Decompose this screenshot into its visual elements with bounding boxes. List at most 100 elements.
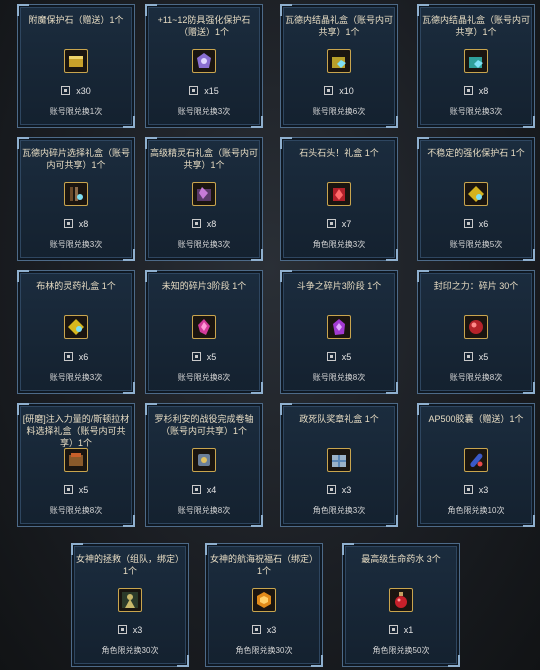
medal-box-icon[interactable]: [327, 448, 351, 472]
item-quantity: x4: [146, 485, 262, 495]
item-title: 未知的碎片3阶段 1个: [161, 281, 247, 291]
item-quantity: x1: [343, 625, 459, 635]
quantity-box-icon: [63, 352, 73, 361]
quantity-value: x8: [206, 219, 217, 229]
exchange-limit: 账号限兑换5次: [449, 240, 503, 249]
material-box-icon[interactable]: [64, 448, 88, 472]
exchange-item-card[interactable]: 高级精灵石礼盒（账号内可共享）1个 x8 账号限兑换3次: [145, 137, 263, 261]
scroll-icon[interactable]: [192, 448, 216, 472]
quantity-box-icon: [326, 352, 336, 361]
quantity-box-icon: [63, 485, 73, 494]
exchange-item-card[interactable]: 瓦德内结晶礼盒（账号内可共享）1个 x8 账号限兑换3次: [417, 4, 535, 128]
exchange-item-card[interactable]: 女神的航海祝福石（绑定）1个 x3 角色限兑换30次: [205, 543, 323, 667]
elixir-box-icon[interactable]: [64, 315, 88, 339]
exchange-item-card[interactable]: 不稳定的强化保护石 1个 x6 账号限兑换5次: [417, 137, 535, 261]
item-title: 不稳定的强化保护石 1个: [427, 148, 525, 158]
quantity-box-icon: [191, 485, 201, 494]
exchange-item-card[interactable]: 罗杉利安的战役完成卷轴（账号内可共享）1个 x4 账号限兑换8次: [145, 403, 263, 527]
quantity-value: x6: [78, 352, 89, 362]
exchange-limit: 账号限兑换6次: [312, 107, 366, 116]
item-title: 附魔保护石（赠送）1个: [28, 15, 124, 25]
exchange-item-card[interactable]: 瓦德内碎片选择礼盒（账号内可共享）1个 x8 账号限兑换3次: [17, 137, 135, 261]
exchange-limit: 角色限兑换10次: [447, 506, 505, 515]
crystal-box-icon[interactable]: [464, 49, 488, 73]
crystal-box-icon[interactable]: [327, 49, 351, 73]
exchange-limit: 账号限兑换8次: [312, 373, 366, 382]
item-quantity: x5: [18, 485, 134, 495]
item-quantity: x15: [146, 86, 262, 96]
item-title: 斗争之碎片3阶段 1个: [296, 281, 382, 291]
quantity-value: x4: [206, 485, 217, 495]
exchange-item-card[interactable]: 瓦德内结晶礼盒（账号内可共享）1个 x10 账号限兑换6次: [280, 4, 398, 128]
exchange-limit: 角色限兑换30次: [101, 646, 159, 655]
fragment-box-icon[interactable]: [64, 182, 88, 206]
exchange-item-card[interactable]: AP500胶囊（赠送）1个 x3 角色限兑换10次: [417, 403, 535, 527]
unstable-stone-icon[interactable]: [464, 182, 488, 206]
exchange-limit: 角色限兑换30次: [235, 646, 293, 655]
exchange-limit: 账号限兑换8次: [49, 506, 103, 515]
item-quantity: x8: [146, 219, 262, 229]
quantity-box-icon: [117, 625, 127, 634]
quantity-box-icon: [251, 625, 261, 634]
item-title: [研磨]注入力量的/斯顿拉材料选择礼盒（账号内可共享）1个: [22, 414, 130, 448]
spirit-stone-box-icon[interactable]: [192, 182, 216, 206]
quantity-value: x8: [478, 86, 489, 96]
exchange-item-card[interactable]: 最高级生命药水 3个 x1 角色限兑换50次: [342, 543, 460, 667]
goddess-salvation-icon[interactable]: [118, 588, 142, 612]
exchange-item-card[interactable]: 布林的灵药礼盒 1个 x6 账号限兑换3次: [17, 270, 135, 394]
item-title: 布林的灵药礼盒 1个: [36, 281, 116, 291]
ap-capsule-icon[interactable]: [464, 448, 488, 472]
item-quantity: x7: [281, 219, 397, 229]
exchange-limit: 角色限兑换3次: [312, 506, 366, 515]
quantity-box-icon: [326, 485, 336, 494]
exchange-item-card[interactable]: 附魔保护石（赠送）1个 x30 账号限兑换1次: [17, 4, 135, 128]
item-quantity: x10: [281, 86, 397, 96]
life-potion-icon[interactable]: [389, 588, 413, 612]
stone-box-icon[interactable]: [327, 182, 351, 206]
armor-stone-icon[interactable]: [192, 49, 216, 73]
voyage-stone-icon[interactable]: [252, 588, 276, 612]
quantity-value: x10: [339, 86, 354, 96]
quantity-box-icon: [63, 219, 73, 228]
item-title: 封印之力：碎片 30个: [433, 281, 519, 291]
item-title: 政死队奖章礼盒 1个: [299, 414, 379, 424]
exchange-limit: 账号限兑换8次: [177, 373, 231, 382]
item-quantity: x5: [146, 352, 262, 362]
item-quantity: x6: [418, 219, 534, 229]
exchange-item-card[interactable]: 未知的碎片3阶段 1个 x5 账号限兑换8次: [145, 270, 263, 394]
item-title: +11~12防具强化保护石（赠送）1个: [157, 15, 251, 37]
quantity-box-icon: [463, 352, 473, 361]
item-quantity: x6: [18, 352, 134, 362]
red-fragment-icon[interactable]: [464, 315, 488, 339]
quantity-box-icon: [388, 625, 398, 634]
quantity-value: x7: [341, 219, 352, 229]
item-quantity: x5: [281, 352, 397, 362]
exchange-item-card[interactable]: [研磨]注入力量的/斯顿拉材料选择礼盒（账号内可共享）1个 x5 账号限兑换8次: [17, 403, 135, 527]
gold-chest-icon[interactable]: [64, 49, 88, 73]
quantity-box-icon: [324, 86, 334, 95]
exchange-item-card[interactable]: 斗争之碎片3阶段 1个 x5 账号限兑换8次: [280, 270, 398, 394]
pink-shard-icon[interactable]: [192, 315, 216, 339]
quantity-box-icon: [61, 86, 71, 95]
purple-shard-icon[interactable]: [327, 315, 351, 339]
quantity-value: x6: [478, 219, 489, 229]
quantity-box-icon: [463, 86, 473, 95]
exchange-limit: 账号限兑换1次: [49, 107, 103, 116]
exchange-limit: 账号限兑换3次: [449, 107, 503, 116]
item-title: AP500胶囊（赠送）1个: [428, 414, 524, 424]
exchange-item-card[interactable]: 石头石头！礼盒 1个 x7 角色限兑换3次: [280, 137, 398, 261]
quantity-value: x5: [478, 352, 489, 362]
exchange-limit: 账号限兑换3次: [177, 240, 231, 249]
exchange-item-card[interactable]: 女神的拯救（组队，绑定）1个 x3 角色限兑换30次: [71, 543, 189, 667]
quantity-value: x3: [266, 625, 277, 635]
item-title: 高级精灵石礼盒（账号内可共享）1个: [150, 148, 259, 170]
item-quantity: x3: [418, 485, 534, 495]
quantity-value: x5: [341, 352, 352, 362]
exchange-limit: 账号限兑换3次: [177, 107, 231, 116]
item-quantity: x3: [206, 625, 322, 635]
exchange-item-card[interactable]: 政死队奖章礼盒 1个 x3 角色限兑换3次: [280, 403, 398, 527]
exchange-item-card[interactable]: +11~12防具强化保护石（赠送）1个 x15 账号限兑换3次: [145, 4, 263, 128]
item-quantity: x3: [72, 625, 188, 635]
quantity-value: x3: [132, 625, 143, 635]
exchange-item-card[interactable]: 封印之力：碎片 30个 x5 账号限兑换8次: [417, 270, 535, 394]
